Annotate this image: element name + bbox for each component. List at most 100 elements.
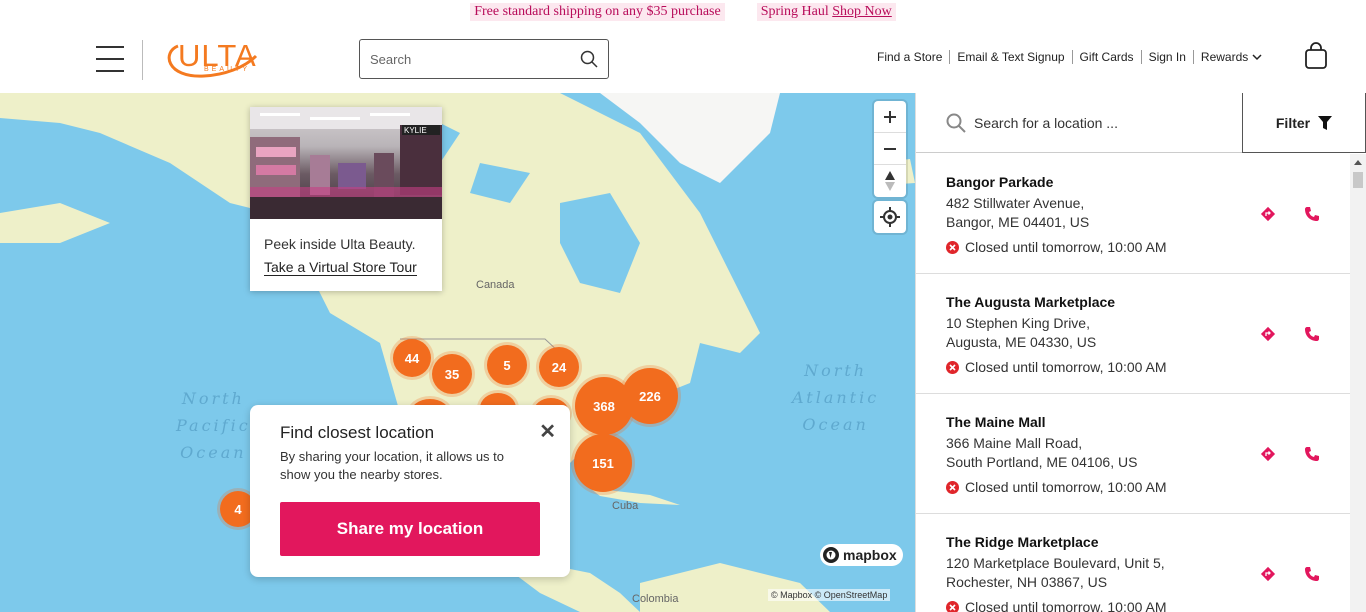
- store-list-panel: Filter Bangor Parkade 482 Stillwater Ave…: [915, 93, 1366, 612]
- email-signup-link[interactable]: Email & Text Signup: [950, 50, 1073, 64]
- store-name[interactable]: The Ridge Marketplace: [946, 534, 1350, 550]
- shop-now-link[interactable]: Shop Now: [832, 4, 892, 19]
- store-status-text: Closed until tomorrow, 10:00 AM: [965, 599, 1167, 612]
- store-name[interactable]: The Augusta Marketplace: [946, 294, 1350, 310]
- sign-in-link[interactable]: Sign In: [1142, 50, 1194, 64]
- mapbox-mark-icon: [823, 547, 839, 563]
- virtual-tour-card: KYLIE Peek inside Ulta Beauty. Take a Vi…: [250, 107, 442, 291]
- menu-icon[interactable]: [96, 46, 124, 72]
- site-search: [359, 39, 609, 79]
- promo-bar: Free standard shipping on any $35 purcha…: [0, 0, 1366, 24]
- store-address-line1: 366 Maine Mall Road,: [946, 435, 1083, 451]
- north-pacific-label: North Pacific Ocean: [176, 389, 251, 462]
- store-address-line2: Augusta, ME 04330, US: [946, 334, 1097, 350]
- popup-body: By sharing your location, it allows us t…: [280, 449, 504, 482]
- spring-haul-promo: Spring Haul Shop Now: [756, 3, 896, 21]
- spring-haul-text: Spring Haul: [760, 4, 829, 19]
- ulta-logo[interactable]: ULTA BEAUTY: [164, 36, 274, 86]
- store-status-text: Closed until tomorrow, 10:00 AM: [965, 359, 1167, 375]
- phone-icon[interactable]: [1304, 326, 1320, 347]
- colombia-label: Colombia: [632, 593, 679, 605]
- location-search: [916, 93, 1243, 153]
- canada-label: Canada: [476, 279, 515, 291]
- scroll-up-icon[interactable]: [1350, 154, 1366, 170]
- scrollbar-thumb[interactable]: [1353, 172, 1363, 188]
- store-cluster[interactable]: 5: [487, 345, 527, 385]
- store-name[interactable]: The Maine Mall: [946, 414, 1350, 430]
- filter-icon: [1318, 115, 1333, 130]
- location-search-input[interactable]: [974, 114, 1224, 131]
- rewards-link[interactable]: Rewards: [1194, 50, 1269, 64]
- directions-icon[interactable]: [1260, 326, 1276, 347]
- store-status: Closed until tomorrow, 10:00 AM: [946, 479, 1350, 495]
- store-status-text: Closed until tomorrow, 10:00 AM: [965, 239, 1167, 255]
- store-status: Closed until tomorrow, 10:00 AM: [946, 599, 1350, 612]
- rewards-label: Rewards: [1200, 50, 1249, 64]
- closed-icon: [946, 240, 959, 254]
- store-cluster[interactable]: 44: [393, 339, 431, 377]
- zoom-controls: [874, 101, 906, 197]
- search-icon[interactable]: [580, 50, 598, 73]
- store-cluster[interactable]: 35: [432, 354, 472, 394]
- popup-title: Find closest location: [280, 423, 435, 442]
- location-permission-popup: ✕ Find closest location By sharing your …: [250, 405, 570, 577]
- north-atlantic-label: North Atlantic Ocean: [792, 361, 880, 434]
- closed-icon: [946, 480, 959, 494]
- phone-icon[interactable]: [1304, 566, 1320, 587]
- store-address-line1: 10 Stephen King Drive,: [946, 315, 1090, 331]
- store-list: Bangor Parkade 482 Stillwater Avenue, Ba…: [916, 154, 1350, 612]
- filter-label: Filter: [1275, 114, 1311, 131]
- store-name[interactable]: Bangor Parkade: [946, 174, 1350, 190]
- chevron-down-icon: [1252, 53, 1262, 60]
- store-address-line2: South Portland, ME 04106, US: [946, 454, 1138, 470]
- store-address-line1: 482 Stillwater Avenue,: [946, 195, 1085, 211]
- store-list-scrollbar[interactable]: [1350, 154, 1366, 612]
- logo-subtext: BEAUTY: [204, 66, 251, 73]
- map-attribution[interactable]: © Mapbox © OpenStreetMap: [768, 589, 891, 601]
- store-list-item[interactable]: The Augusta Marketplace 10 Stephen King …: [916, 274, 1350, 394]
- mapbox-logo[interactable]: mapbox: [820, 544, 903, 566]
- svg-text:KYLIE: KYLIE: [404, 126, 427, 135]
- find-store-link[interactable]: Find a Store: [870, 50, 951, 64]
- store-list-item[interactable]: The Ridge Marketplace 120 Marketplace Bo…: [916, 514, 1350, 612]
- directions-icon[interactable]: [1260, 446, 1276, 467]
- gift-cards-link[interactable]: Gift Cards: [1073, 50, 1142, 64]
- shipping-promo: Free standard shipping on any $35 purcha…: [470, 3, 725, 21]
- phone-icon[interactable]: [1304, 206, 1320, 227]
- closed-icon: [946, 360, 959, 374]
- header-divider: [142, 40, 143, 80]
- share-location-button[interactable]: Share my location: [280, 502, 540, 556]
- filter-button[interactable]: Filter: [1242, 93, 1366, 153]
- shopping-bag-icon[interactable]: [1304, 42, 1328, 75]
- phone-icon[interactable]: [1304, 446, 1320, 467]
- directions-icon[interactable]: [1260, 206, 1276, 227]
- store-status: Closed until tomorrow, 10:00 AM: [946, 239, 1350, 255]
- store-list-item[interactable]: Bangor Parkade 482 Stillwater Avenue, Ba…: [916, 154, 1350, 274]
- directions-icon[interactable]: [1260, 566, 1276, 587]
- site-header: ULTA BEAUTY Find a Store Email & Text Si…: [0, 24, 1366, 93]
- store-status: Closed until tomorrow, 10:00 AM: [946, 359, 1350, 375]
- store-list-item[interactable]: The Maine Mall 366 Maine Mall Road, Sout…: [916, 394, 1350, 514]
- geolocate-button[interactable]: [874, 201, 906, 233]
- store-interior-image[interactable]: KYLIE: [250, 107, 442, 219]
- site-search-input[interactable]: [370, 51, 570, 67]
- zoom-out-button[interactable]: [874, 133, 906, 165]
- store-address-line2: Bangor, ME 04401, US: [946, 214, 1090, 230]
- mapbox-wordmark: mapbox: [843, 547, 897, 563]
- store-status-text: Closed until tomorrow, 10:00 AM: [965, 479, 1167, 495]
- tour-teaser-text: Peek inside Ulta Beauty.: [264, 236, 416, 252]
- zoom-in-button[interactable]: [874, 101, 906, 133]
- header-links: Find a Store Email & Text Signup Gift Ca…: [870, 50, 1269, 64]
- crosshair-icon: [880, 207, 900, 227]
- close-icon[interactable]: ✕: [539, 419, 556, 444]
- virtual-tour-link[interactable]: Take a Virtual Store Tour: [264, 259, 417, 276]
- closed-icon: [946, 600, 959, 612]
- store-map[interactable]: Canada Cuba Colombia North Pacific Ocean…: [0, 93, 915, 612]
- compass-button[interactable]: [874, 165, 906, 197]
- store-cluster[interactable]: 24: [539, 347, 579, 387]
- store-cluster[interactable]: 151: [574, 434, 632, 492]
- store-address-line1: 120 Marketplace Boulevard, Unit 5,: [946, 555, 1165, 571]
- cuba-label: Cuba: [612, 500, 639, 512]
- store-cluster[interactable]: 226: [622, 368, 678, 424]
- compass-icon: [885, 171, 895, 191]
